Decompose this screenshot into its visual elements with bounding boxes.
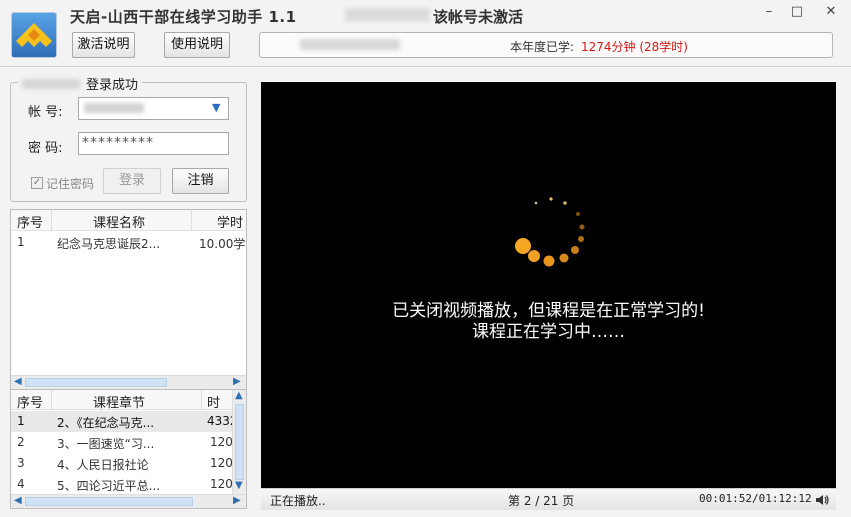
course-table: 序号 课程名称 学时 1 纪念马克思诞辰2... 10.00学 ◀ ▶ — [10, 209, 247, 390]
chapter-index: 4 — [17, 477, 25, 491]
course-name: 纪念马克思诞辰2... — [57, 237, 161, 251]
password-field[interactable]: ********* — [78, 132, 229, 155]
table-row[interactable]: 2 3、一图速览“习... 120 — [11, 432, 233, 453]
activate-help-button[interactable]: 激活说明 — [72, 32, 135, 58]
close-button[interactable]: ✕ — [820, 3, 842, 21]
chapter-col-index[interactable]: 序号 — [17, 392, 43, 411]
table-row[interactable]: 1 纪念马克思诞辰2... 10.00学 — [11, 232, 246, 253]
maximize-button[interactable]: □ — [786, 3, 808, 21]
username-redacted — [22, 78, 80, 89]
scroll-up-icon[interactable]: ▲ — [235, 390, 243, 401]
chapter-index: 1 — [17, 414, 25, 428]
course-col-name[interactable]: 课程名称 — [93, 212, 145, 231]
video-message-line2: 课程正在学习中…… — [472, 322, 625, 342]
login-button[interactable]: 登录 — [103, 168, 161, 194]
chapter-hscroll-thumb[interactable] — [25, 497, 193, 506]
divider — [0, 66, 851, 67]
login-legend-text: 登录成功 — [86, 78, 139, 93]
chapter-vscroll[interactable]: ▲ ▼ — [232, 390, 246, 494]
account-value-redacted — [84, 103, 144, 113]
app-title: 天启-山西干部在线学习助手 1.1 — [70, 8, 297, 26]
chapter-vscroll-thumb[interactable] — [235, 404, 244, 480]
course-table-header: 序号 课程名称 学时 — [11, 210, 246, 231]
password-label: 密 码: — [28, 141, 63, 156]
table-row[interactable]: 4 5、四论习近平总... 120 — [11, 474, 233, 495]
minimize-button[interactable]: – — [758, 3, 780, 21]
course-index: 1 — [17, 235, 25, 249]
remember-label: 记住密码 — [46, 177, 95, 191]
course-col-hours[interactable]: 学时 — [217, 212, 243, 231]
chapter-col-name[interactable]: 课程章节 — [93, 392, 145, 411]
app-logo — [11, 12, 57, 58]
account-label: 帐 号: — [28, 105, 63, 120]
chapter-name: 3、一图速览“习... — [57, 437, 155, 451]
status-bar: 正在播放.. 第 2 / 21 页 00:01:52/01:12:12 — [261, 488, 836, 510]
study-label: 本年度已学: — [510, 40, 575, 54]
login-legend: 登录成功 — [18, 74, 143, 93]
loading-spinner-icon — [515, 197, 585, 267]
chapter-table: 序号 课程章节 时间 1 2、《在纪念马克... 4332 2 3、一图速览“习… — [10, 389, 247, 509]
course-hscroll[interactable]: ◀ ▶ — [11, 375, 246, 389]
course-col-index[interactable]: 序号 — [17, 212, 43, 231]
usage-help-button[interactable]: 使用说明 — [164, 32, 230, 58]
user-info-redacted — [300, 39, 400, 50]
study-value: 1274分钟 (28学时) — [581, 40, 688, 54]
chapter-index: 2 — [17, 435, 25, 449]
page-indicator: 第 2 / 21 页 — [508, 494, 575, 508]
chapter-name: 5、四论习近平总... — [57, 479, 161, 493]
course-hours: 10.00学 — [199, 237, 245, 251]
chapter-time: 120 — [210, 477, 233, 491]
remember-checkbox[interactable]: ✓ — [31, 177, 43, 189]
table-row[interactable]: 1 2、《在纪念马克... 4332 — [11, 411, 238, 432]
chapter-table-header: 序号 课程章节 时间 — [11, 390, 232, 430]
chevron-down-icon[interactable]: ▼ — [212, 101, 220, 114]
chapter-time: 120 — [210, 456, 233, 470]
chapter-name: 4、人民日报社论 — [57, 458, 149, 472]
scroll-left-icon[interactable]: ◀ — [14, 495, 22, 506]
video-area[interactable] — [261, 82, 836, 488]
chapter-name: 2、《在纪念马克... — [57, 416, 155, 430]
scroll-right-icon[interactable]: ▶ — [233, 495, 241, 506]
chapter-index: 3 — [17, 456, 25, 470]
logout-button[interactable]: 注销 — [172, 168, 229, 194]
table-row[interactable]: 3 4、人民日报社论 120 — [11, 453, 233, 474]
chapter-time: 120 — [210, 435, 233, 449]
play-status: 正在播放.. — [270, 494, 326, 508]
scroll-down-icon[interactable]: ▼ — [235, 480, 243, 491]
course-hscroll-thumb[interactable] — [25, 378, 167, 387]
account-name-redacted — [345, 8, 430, 22]
volume-icon[interactable] — [814, 492, 830, 508]
chapter-hscroll[interactable]: ◀ ▶ — [11, 494, 246, 508]
scroll-right-icon[interactable]: ▶ — [233, 376, 241, 387]
time-display: 00:01:52/01:12:12 — [699, 492, 812, 505]
scroll-left-icon[interactable]: ◀ — [14, 376, 22, 387]
account-status: 该帐号未激活 — [433, 8, 524, 26]
